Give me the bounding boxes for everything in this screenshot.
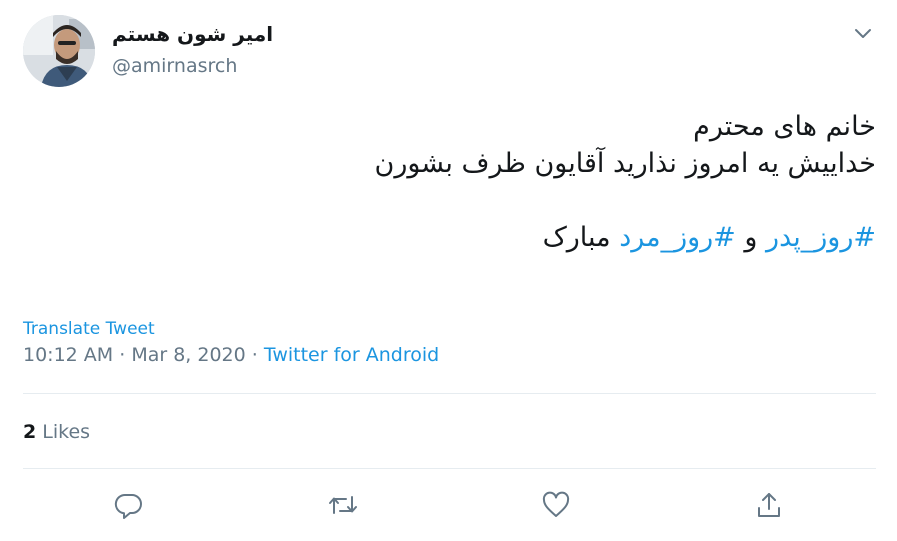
avatar-image: [23, 15, 95, 87]
user-handle[interactable]: @amirnasrch: [112, 55, 237, 77]
chevron-down-icon[interactable]: [852, 22, 874, 44]
tweet-meta: 10:12 AM · Mar 8, 2020 · Twitter for And…: [23, 344, 439, 366]
hashtag-link[interactable]: #روز_پدر: [766, 222, 876, 253]
translate-tweet-link[interactable]: Translate Tweet: [23, 319, 155, 339]
hashtag-link[interactable]: #روز_مرد: [619, 222, 736, 253]
tweet-conjunction: و: [735, 222, 767, 253]
tweet-text: خانم های محترم خداییش یه امروز نذارید آق…: [26, 108, 876, 256]
tweet-time[interactable]: 10:12 AM: [23, 344, 113, 366]
like-button[interactable]: [539, 488, 573, 522]
tweet-line-2: خداییش یه امروز نذارید آقایون ظرف بشورن: [374, 148, 876, 179]
like-icon: [542, 491, 570, 517]
share-button[interactable]: [752, 488, 786, 522]
reply-icon: [114, 493, 142, 519]
likes-count: 2: [23, 421, 37, 443]
divider: [23, 393, 876, 394]
retweet-icon: [329, 496, 357, 514]
user-display-name[interactable]: امیر شون هستم: [112, 22, 273, 46]
tweet-line-1: خانم های محترم: [693, 111, 876, 142]
meta-separator: ·: [113, 344, 132, 366]
likes-stat[interactable]: 2 Likes: [23, 421, 90, 443]
retweet-button[interactable]: [326, 488, 360, 522]
avatar[interactable]: [23, 15, 95, 87]
share-icon: [758, 493, 780, 517]
likes-label: Likes: [36, 421, 91, 443]
tweet-source-link[interactable]: Twitter for Android: [264, 344, 439, 366]
reply-button[interactable]: [112, 488, 146, 522]
meta-separator: ·: [245, 344, 264, 366]
tweet-date[interactable]: Mar 8, 2020: [131, 344, 245, 366]
tweet-suffix: مبارک: [542, 222, 620, 253]
divider: [23, 468, 876, 469]
